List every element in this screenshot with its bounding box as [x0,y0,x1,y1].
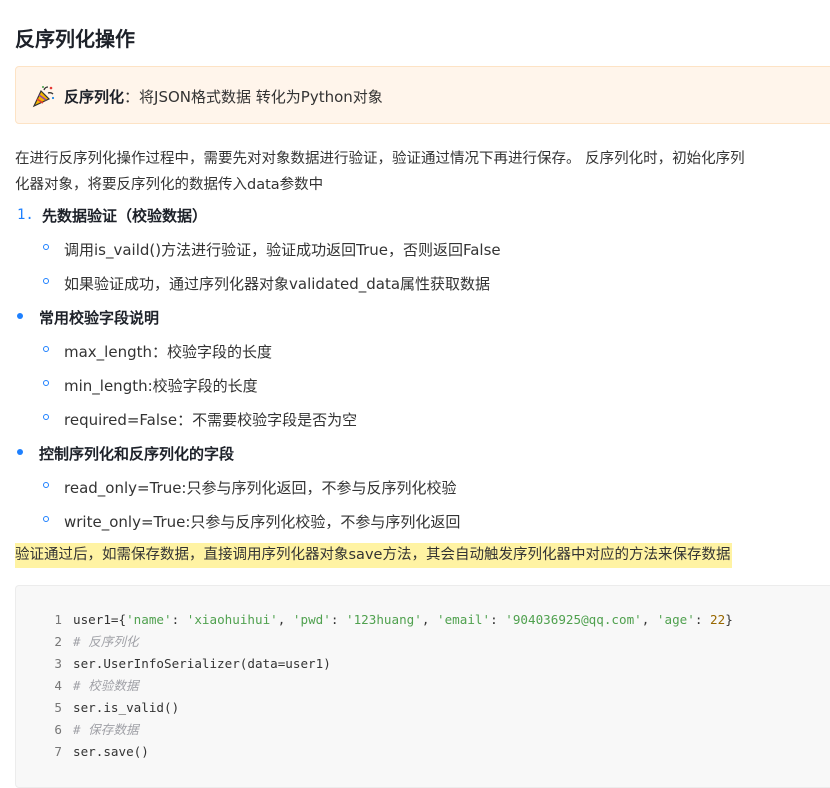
sub-bullet [43,244,49,250]
code-token: 22 [710,612,726,627]
code-line: 6 # 保存数据 [16,719,139,741]
sub-bullet [43,380,49,386]
intro-line: 化器对象，将要反序列化的数据传入data参数中 [15,177,324,193]
intro-paragraph: 在进行反序列化操作过程中，需要先对对象数据进行验证，验证通过情况下再进行保存。 … [15,146,830,198]
code-block: 1 user1={'name': 'xiaohuihui', 'pwd': '12… [15,585,830,788]
code-token: : [330,612,347,627]
sub-bullet [43,516,49,522]
list-item: min_length:校验字段的长度 [64,377,258,395]
line-number: 7 [54,744,62,759]
code-token: , [641,612,657,627]
code-token: 'pwd' [292,612,331,627]
list-item: max_length：校验字段的长度 [64,343,272,361]
list-heading: 先数据验证（校验数据） [42,207,208,225]
code-token: # 校验数据 [73,678,139,693]
code-token: user1={ [73,612,127,627]
list-number: 1. [17,207,34,223]
line-number: 5 [54,700,62,715]
code-token: : [694,612,711,627]
sub-bullet [43,482,49,488]
sub-bullet [43,346,49,352]
code-token: 'age' [656,612,695,627]
bullet [17,313,23,319]
code-token: , [277,612,293,627]
code-line: 5 ser.is_valid() [16,697,179,719]
code-token: 'email' [437,612,491,627]
line-number: 6 [54,722,62,737]
intro-line: 在进行反序列化操作过程中，需要先对对象数据进行验证，验证通过情况下再进行保存。 … [15,151,745,167]
list-item: write_only=True:只参与反序列化校验，不参与序列化返回 [64,513,461,531]
note-description: 将JSON格式数据 转化为Python对象 [139,88,383,106]
code-line: 1 user1={'name': 'xiaohuihui', 'pwd': '12… [16,609,733,631]
list-item: 如果验证成功，通过序列化器对象validated_data属性获取数据 [64,275,491,293]
sub-bullet [43,414,49,420]
note-box: 反序列化：将JSON格式数据 转化为Python对象 [15,66,830,124]
line-number: 3 [54,656,62,671]
code-line: 3 ser.UserInfoSerializer(data=user1) [16,653,331,675]
code-token: ser.UserInfoSerializer(data=user1) [73,656,331,671]
list-item: required=False：不需要校验字段是否为空 [64,411,358,429]
list-heading: 控制序列化和反序列化的字段 [39,445,235,463]
code-token: ser.is_valid() [73,700,180,715]
note-text: 反序列化：将JSON格式数据 转化为Python对象 [64,86,383,107]
line-number: 2 [54,634,62,649]
list-item: 调用is_vaild()方法进行验证，验证成功返回True，否则返回False [64,241,501,259]
code-token: : [171,612,187,627]
code-token: : [490,612,506,627]
code-token: '904036925@qq.com' [505,612,642,627]
list-heading: 常用校验字段说明 [39,309,160,327]
bullet [17,449,23,455]
list-item: read_only=True:只参与序列化返回，不参与反序列化校验 [64,479,457,497]
code-line: 7 ser.save() [16,741,149,763]
code-token: # 保存数据 [73,722,139,737]
code-token: } [725,612,733,627]
code-token: 'xiaohuihui' [186,612,278,627]
code-token: 'name' [126,612,172,627]
code-token: '123huang' [346,612,422,627]
note-separator: ： [124,88,140,106]
code-token: , [421,612,438,627]
code-line: 4 # 校验数据 [16,675,139,697]
highlighted-text: 验证通过后，如需保存数据，直接调用序列化器对象save方法，其会自动触发序列化器… [15,543,733,568]
code-token: # 反序列化 [73,634,139,649]
line-number: 1 [54,612,62,627]
note-label: 反序列化 [64,88,125,106]
code-line: 2 # 反序列化 [16,631,139,653]
line-number: 4 [54,678,62,693]
party-popper-icon [32,86,55,108]
sub-bullet [43,278,49,284]
code-token: ser.save() [73,744,149,759]
page-title: 反序列化操作 [15,27,135,51]
